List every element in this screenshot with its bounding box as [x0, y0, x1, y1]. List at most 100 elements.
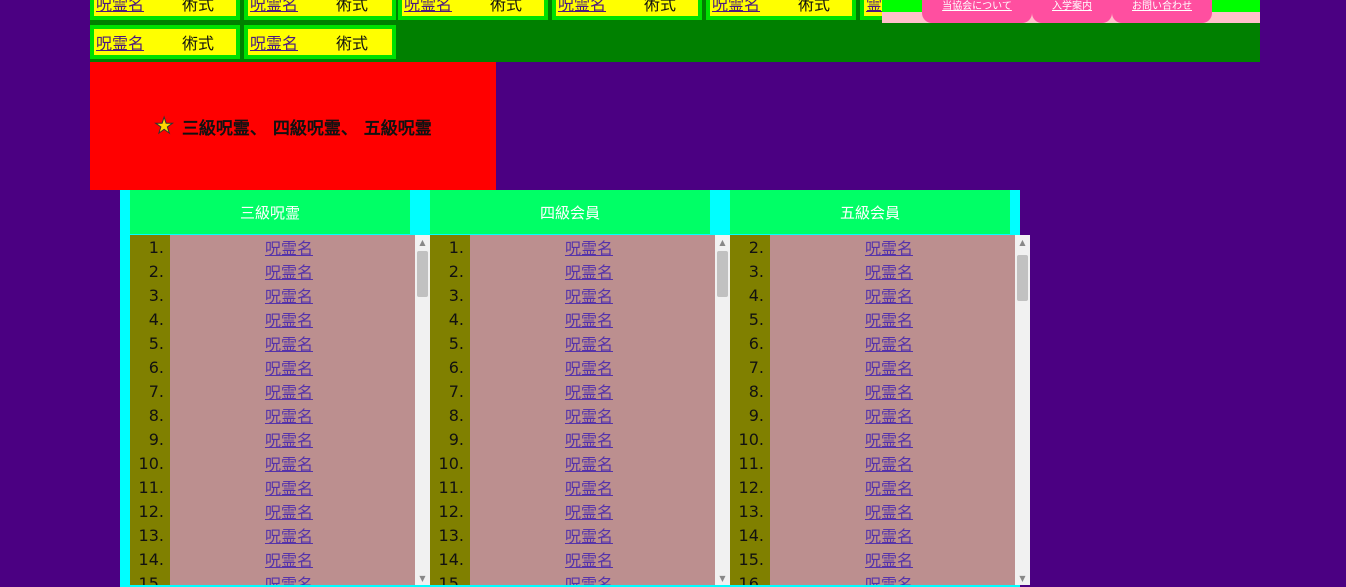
scroll-up-icon[interactable]: ▲	[715, 235, 730, 249]
list-item-link[interactable]: 呪霊名	[464, 427, 714, 451]
list-grade4[interactable]: 1. 呪霊名 2. 呪霊名 3. 呪霊名 4. 呪霊名 5. 呪霊名 6. 呪霊名 7. 呪霊名 8. 呪霊名…	[430, 235, 730, 585]
list-grade3[interactable]: 1. 呪霊名 2. 呪霊名 3. 呪霊名 4. 呪霊名 5. 呪霊名 6. 呪霊名 7. 呪霊名 8. 呪霊名…	[130, 235, 430, 585]
list-item-link[interactable]: 呪霊名	[464, 331, 714, 355]
list-item-link[interactable]: 呪霊名	[464, 235, 714, 259]
column-title-grade3: 三級呪霊	[130, 190, 410, 234]
card-5[interactable]: 呪霊名 術式	[706, 0, 856, 20]
scroll-thumb[interactable]	[717, 251, 728, 297]
list-item: 12. 呪霊名	[430, 499, 714, 523]
list-item: 1. 呪霊名	[430, 235, 714, 259]
scroll-up-icon[interactable]: ▲	[415, 235, 430, 249]
card-name-link[interactable]: 呪霊名	[402, 0, 488, 15]
list-item-link[interactable]: 呪霊名	[164, 499, 414, 523]
card-3[interactable]: 呪霊名 術式	[398, 0, 548, 20]
list-item-number: 4.	[748, 285, 764, 305]
list-item-link[interactable]: 呪霊名	[464, 283, 714, 307]
list-item-link[interactable]: 呪霊名	[164, 331, 414, 355]
list-item: 2. 呪霊名	[730, 235, 1014, 259]
list-grade5[interactable]: 2. 呪霊名 3. 呪霊名 4. 呪霊名 5. 呪霊名 6. 呪霊名 7. 呪霊名 8. 呪霊名 9. 呪霊名…	[730, 235, 1030, 585]
list-item-link[interactable]: 呪霊名	[164, 307, 414, 331]
list-item-link[interactable]: 呪霊名	[164, 427, 414, 451]
list-item-link[interactable]: 呪霊名	[164, 283, 414, 307]
list-item-link[interactable]: 呪霊名	[764, 475, 1014, 499]
list-item-link[interactable]: 呪霊名	[164, 523, 414, 547]
list-item: 2. 呪霊名	[430, 259, 714, 283]
list-item-number: 6.	[148, 357, 164, 377]
list-item-link[interactable]: 呪霊名	[164, 259, 414, 283]
card-name-link[interactable]: 呪霊名	[94, 30, 180, 54]
scroll-down-icon[interactable]: ▼	[715, 571, 730, 585]
scrollbar[interactable]: ▲ ▼	[415, 235, 430, 585]
list-item-link[interactable]: 呪霊名	[764, 379, 1014, 403]
list-item: 4. 呪霊名	[430, 307, 714, 331]
list-item-link[interactable]: 呪霊名	[764, 355, 1014, 379]
scrollbar[interactable]: ▲ ▼	[1015, 235, 1030, 585]
list-item: 1. 呪霊名	[130, 235, 414, 259]
scrollbar[interactable]: ▲ ▼	[715, 235, 730, 585]
card-7[interactable]: 呪霊名 術式	[90, 25, 240, 59]
scroll-up-icon[interactable]: ▲	[1015, 235, 1030, 249]
list-item-link[interactable]: 呪霊名	[464, 571, 714, 585]
list-item: 5. 呪霊名	[130, 331, 414, 355]
card-name-link[interactable]: 呪霊名	[248, 30, 334, 54]
nav-item-admission[interactable]: 入学案内	[1032, 0, 1112, 23]
list-item-link[interactable]: 呪霊名	[164, 451, 414, 475]
list-item-link[interactable]: 呪霊名	[764, 403, 1014, 427]
list-item-link[interactable]: 呪霊名	[164, 571, 414, 585]
card-technique: 術式	[644, 0, 677, 14]
list-item: 10. 呪霊名	[130, 451, 414, 475]
list-item-link[interactable]: 呪霊名	[764, 523, 1014, 547]
list-item-link[interactable]: 呪霊名	[164, 403, 414, 427]
list-item-number: 6.	[748, 333, 764, 353]
list-item-link[interactable]: 呪霊名	[464, 475, 714, 499]
card-name-link[interactable]: 呪霊名	[94, 0, 180, 15]
list-item-link[interactable]: 呪霊名	[164, 355, 414, 379]
card-4[interactable]: 呪霊名 術式	[552, 0, 702, 20]
list-item-link[interactable]: 呪霊名	[764, 451, 1014, 475]
nav-item-contact[interactable]: お問い合わせ	[1112, 0, 1212, 23]
list-item-number: 11.	[738, 453, 764, 473]
list-item-link[interactable]: 呪霊名	[764, 499, 1014, 523]
list-item-link[interactable]: 呪霊名	[764, 283, 1014, 307]
nav-item-about[interactable]: 当協会について	[922, 0, 1032, 23]
card-name-link[interactable]: 呪霊名	[710, 0, 796, 15]
list-item-link[interactable]: 呪霊名	[164, 475, 414, 499]
card-technique: 術式	[490, 0, 523, 14]
list-item-link[interactable]: 呪霊名	[764, 547, 1014, 571]
list-item-link[interactable]: 呪霊名	[464, 523, 714, 547]
scroll-down-icon[interactable]: ▼	[1015, 571, 1030, 585]
list-item-link[interactable]: 呪霊名	[464, 451, 714, 475]
list-item-link[interactable]: 呪霊名	[164, 235, 414, 259]
list-item-link[interactable]: 呪霊名	[464, 259, 714, 283]
list-item-link[interactable]: 呪霊名	[764, 331, 1014, 355]
list-item-link[interactable]: 呪霊名	[464, 499, 714, 523]
list-item: 6. 呪霊名	[430, 355, 714, 379]
list-item-link[interactable]: 呪霊名	[764, 571, 1014, 585]
scroll-thumb[interactable]	[417, 251, 428, 297]
list-item-link[interactable]: 呪霊名	[764, 259, 1014, 283]
list-item-link[interactable]: 呪霊名	[464, 307, 714, 331]
list-item-number: 12.	[438, 501, 464, 521]
list-item: 10. 呪霊名	[430, 451, 714, 475]
list-item-link[interactable]: 呪霊名	[464, 403, 714, 427]
list-item-link[interactable]: 呪霊名	[164, 379, 414, 403]
list-item-link[interactable]: 呪霊名	[764, 235, 1014, 259]
list-item-number: 1.	[448, 237, 464, 257]
scroll-thumb[interactable]	[1017, 255, 1028, 301]
list-item-link[interactable]: 呪霊名	[764, 427, 1014, 451]
list-item-link[interactable]: 呪霊名	[464, 547, 714, 571]
card-name-link[interactable]: 呪霊名	[248, 0, 334, 15]
scroll-down-icon[interactable]: ▼	[415, 571, 430, 585]
list-item-number: 16.	[738, 573, 764, 586]
list-item: 4. 呪霊名	[730, 283, 1014, 307]
list-item-link[interactable]: 呪霊名	[164, 547, 414, 571]
list-item-number: 7.	[148, 381, 164, 401]
card-8[interactable]: 呪霊名 術式	[244, 25, 396, 59]
list-item: 8. 呪霊名	[730, 379, 1014, 403]
list-item-link[interactable]: 呪霊名	[464, 355, 714, 379]
card-1[interactable]: 呪霊名 術式	[90, 0, 240, 20]
card-2[interactable]: 呪霊名 術式	[244, 0, 396, 20]
list-item-link[interactable]: 呪霊名	[764, 307, 1014, 331]
card-name-link[interactable]: 呪霊名	[556, 0, 642, 15]
list-item-link[interactable]: 呪霊名	[464, 379, 714, 403]
